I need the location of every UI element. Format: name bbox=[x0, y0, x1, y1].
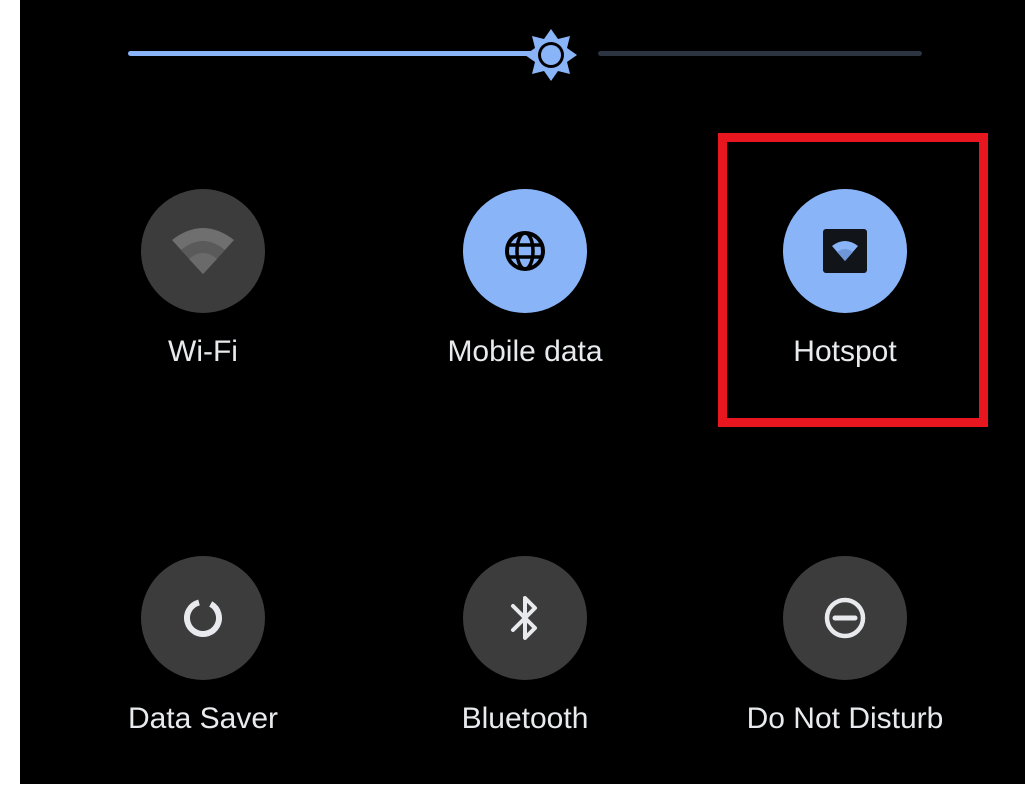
tile-wifi[interactable]: Wi-Fi bbox=[93, 189, 313, 439]
tile-label-wifi: Wi-Fi bbox=[168, 335, 238, 368]
tile-label-data-saver: Data Saver bbox=[127, 702, 279, 735]
tile-data-saver[interactable]: Data Saver bbox=[93, 556, 313, 806]
tile-bluetooth[interactable]: Bluetooth bbox=[415, 556, 635, 806]
tile-mobile-data[interactable]: Mobile data bbox=[415, 189, 635, 439]
brightness-track-empty[interactable] bbox=[598, 51, 922, 56]
globe-icon[interactable] bbox=[463, 189, 587, 313]
wifi-icon[interactable] bbox=[141, 189, 265, 313]
tile-do-not-disturb[interactable]: Do Not Disturb bbox=[735, 556, 955, 806]
do-not-disturb-icon[interactable] bbox=[783, 556, 907, 680]
quick-settings-panel: Wi-Fi Mobile data Hotspot Data Saver Blu… bbox=[20, 0, 1025, 784]
bluetooth-icon[interactable] bbox=[463, 556, 587, 680]
hotspot-highlight-box bbox=[718, 133, 988, 427]
data-saver-icon[interactable] bbox=[141, 556, 265, 680]
brightness-track-filled[interactable] bbox=[128, 51, 548, 56]
brightness-icon[interactable] bbox=[523, 27, 579, 83]
tile-label-bluetooth: Bluetooth bbox=[461, 702, 589, 735]
tile-label-do-not-disturb: Do Not Disturb bbox=[746, 702, 944, 735]
tile-label-mobile-data: Mobile data bbox=[447, 335, 603, 368]
